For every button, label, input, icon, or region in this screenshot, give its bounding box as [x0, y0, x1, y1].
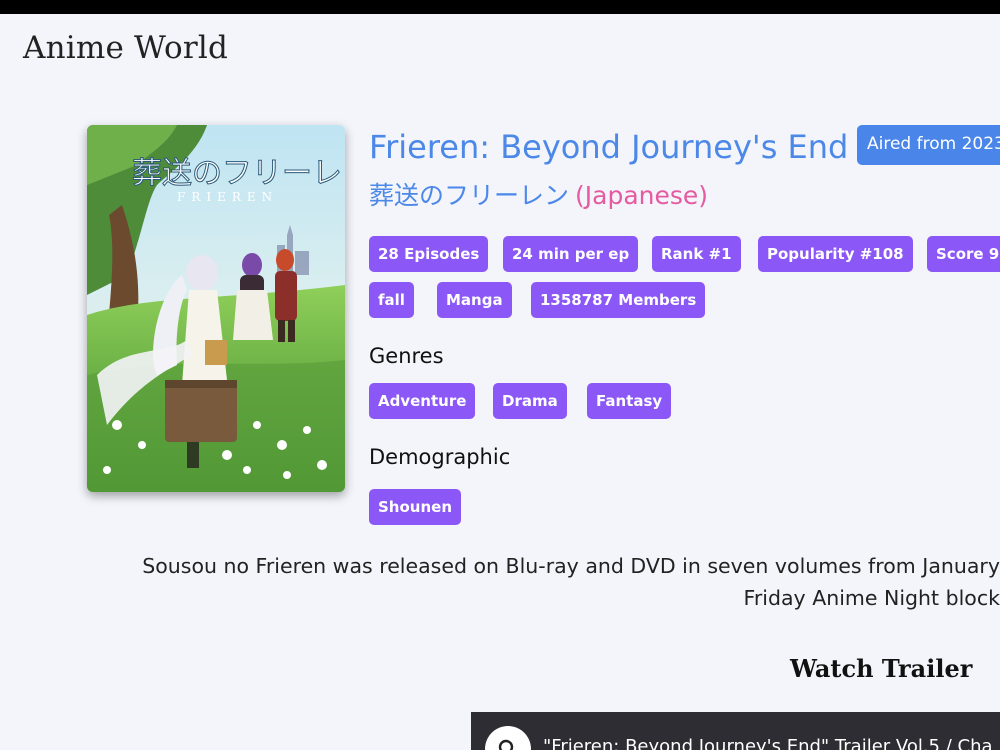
- anime-poster: 葬送のフリーレン FRIEREN: [87, 125, 345, 492]
- aired-badge: Aired from 2023: [857, 125, 1000, 165]
- japanese-title-text: 葬送のフリーレン: [369, 181, 570, 210]
- stat-chip-popularity: Popularity #108: [758, 236, 913, 272]
- stat-chip-members: 1358787 Members: [531, 282, 706, 318]
- trailer-heading: Watch Trailer: [790, 654, 973, 683]
- synopsis: Sousou no Frieren was released on Blu-ra…: [100, 550, 1000, 614]
- stat-chip-duration: 24 min per ep: [503, 236, 639, 272]
- search-icon: [498, 739, 514, 750]
- stat-chip-score: Score 9.3: [927, 236, 1000, 272]
- genre-chip-adventure: Adventure: [369, 383, 476, 419]
- video-title[interactable]: "Frieren: Beyond Journey's End" Trailer …: [543, 736, 993, 750]
- synopsis-line-2: Friday Anime Night block: [743, 586, 1000, 610]
- japanese-lang-label: (Japanese): [575, 181, 709, 210]
- genres-label: Genres: [369, 344, 444, 368]
- svg-text:葬送のフリーレン: 葬送のフリーレン: [132, 156, 345, 191]
- stat-chip-episodes: 28 Episodes: [369, 236, 489, 272]
- demographic-chip-shounen: Shounen: [369, 489, 461, 525]
- synopsis-line-1: Sousou no Frieren was released on Blu-ra…: [142, 554, 1000, 578]
- channel-avatar[interactable]: [485, 726, 531, 750]
- stat-chip-season: fall: [369, 282, 414, 318]
- browser-top-bar: [0, 0, 1000, 14]
- site-title[interactable]: Anime World: [23, 30, 228, 66]
- trailer-video-embed[interactable]: "Frieren: Beyond Journey's End" Trailer …: [471, 712, 1000, 750]
- stat-chip-source: Manga: [437, 282, 512, 318]
- anime-title: Frieren: Beyond Journey's End: [369, 128, 849, 166]
- japanese-title: 葬送のフリーレン (Japanese): [369, 176, 708, 212]
- demographic-label: Demographic: [369, 445, 511, 469]
- genre-chip-drama: Drama: [493, 383, 567, 419]
- svg-text:FRIEREN: FRIEREN: [177, 190, 278, 204]
- stat-chip-rank: Rank #1: [652, 236, 741, 272]
- genre-chip-fantasy: Fantasy: [587, 383, 672, 419]
